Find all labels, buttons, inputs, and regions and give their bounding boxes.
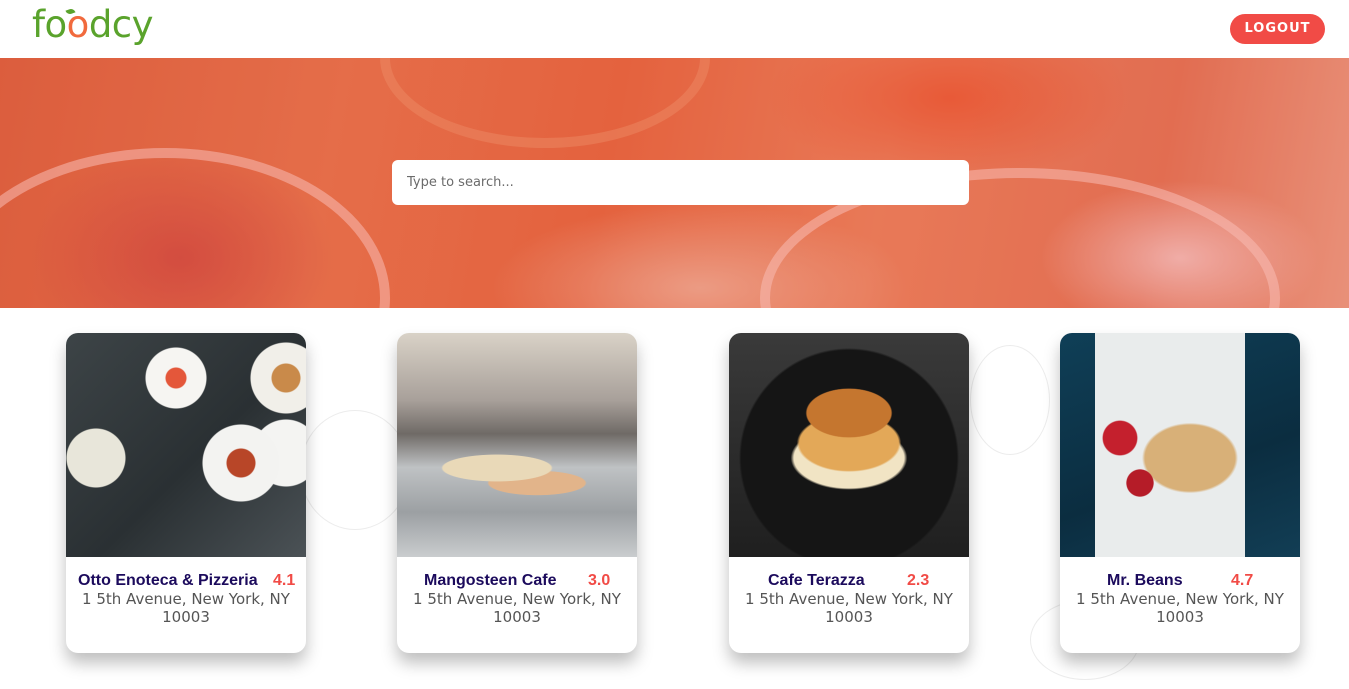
restaurant-rating: 4.7	[1231, 572, 1254, 589]
restaurant-photo	[729, 333, 969, 557]
logo-letter: o	[44, 3, 68, 46]
background-doodle	[300, 410, 410, 530]
restaurant-card[interactable]: Mr. Beans 4.7 1 5th Avenue, New York, NY…	[1060, 333, 1300, 653]
restaurant-name: Mangosteen Cafe	[424, 572, 557, 589]
restaurant-card[interactable]: Cafe Terazza 2.3 1 5th Avenue, New York,…	[729, 333, 969, 653]
foodcy-logo[interactable]: foodcy	[32, 2, 154, 48]
restaurant-address: 1 5th Avenue, New York, NY 10003	[745, 590, 953, 626]
search-input[interactable]	[392, 160, 969, 205]
restaurant-rating: 2.3	[907, 572, 930, 589]
restaurant-card[interactable]: Otto Enoteca & Pizzeria 4.1 1 5th Avenue…	[66, 333, 306, 653]
restaurant-address: 1 5th Avenue, New York, NY 10003	[1076, 590, 1284, 626]
hero-banner	[0, 58, 1349, 308]
restaurant-name: Otto Enoteca & Pizzeria	[78, 572, 258, 589]
restaurant-name: Cafe Terazza	[768, 572, 865, 589]
logo-letter: dcy	[88, 3, 154, 46]
restaurant-photo	[66, 333, 306, 557]
plate-shape	[0, 148, 390, 308]
restaurant-address: 1 5th Avenue, New York, NY 10003	[413, 590, 621, 626]
restaurant-photo	[397, 333, 637, 557]
restaurant-rating: 3.0	[588, 572, 611, 589]
logo-letter: f	[32, 3, 45, 46]
restaurant-name: Mr. Beans	[1107, 572, 1183, 589]
restaurant-photo	[1060, 333, 1300, 557]
restaurant-card[interactable]: Mangosteen Cafe 3.0 1 5th Avenue, New Yo…	[397, 333, 637, 653]
restaurant-rating: 4.1	[273, 572, 296, 589]
logout-button[interactable]: LOGOUT	[1230, 14, 1325, 44]
restaurant-address: 1 5th Avenue, New York, NY 10003	[82, 590, 290, 626]
top-navbar: foodcy LOGOUT	[0, 0, 1349, 58]
background-doodle	[970, 345, 1050, 455]
plate-shape	[380, 58, 710, 148]
